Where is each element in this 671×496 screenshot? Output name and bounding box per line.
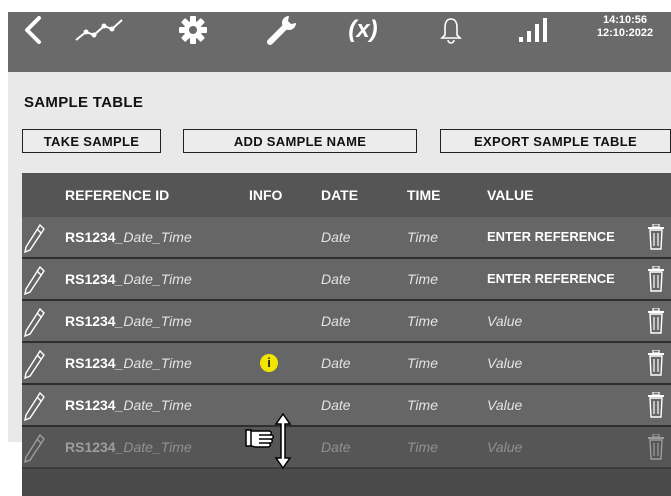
reference-id-suffix: _Date_Time [115, 355, 192, 371]
value-cell[interactable]: ENTER REFERENCE [487, 259, 615, 299]
export-sample-table-button[interactable]: EXPORT SAMPLE TABLE [440, 129, 671, 153]
variables-button[interactable]: (x) [338, 0, 388, 60]
take-sample-button[interactable]: TAKE SAMPLE [22, 129, 161, 153]
value-cell: Value [487, 397, 523, 413]
trash-icon[interactable] [647, 391, 665, 423]
table-row[interactable]: RS1234_Date_Time Date Time Value [22, 385, 671, 427]
table-row[interactable]: RS1234_Date_Time Date Time ENTER REFEREN… [22, 217, 671, 259]
reference-id-cell[interactable]: RS1234_Date_Time [65, 217, 192, 257]
time-cell: Time [407, 271, 438, 287]
value-cell: Value [487, 355, 523, 371]
reference-id: RS1234 [65, 229, 116, 245]
table-row[interactable]: RS1234_Date_Time Date Time ENTER REFEREN… [22, 259, 671, 301]
date-cell: Date [321, 439, 351, 455]
date-cell: Date [321, 271, 351, 287]
value-cell[interactable]: ENTER REFERENCE [487, 217, 615, 257]
table-row[interactable]: RS1234_Date_Time Date Time Value [22, 301, 671, 343]
gear-icon[interactable] [175, 0, 211, 60]
header-time: TIME [407, 187, 441, 203]
reference-id-cell[interactable]: RS1234_Date_Time [65, 427, 192, 467]
pencil-icon[interactable] [24, 265, 46, 300]
time-cell: Time [407, 397, 438, 413]
reference-id-suffix: _Date_Time [115, 313, 192, 329]
time-cell: Time [407, 313, 438, 329]
clock-date: 12:10:2022 [596, 27, 654, 39]
signal-icon [515, 0, 549, 60]
clock-time: 14:10:56 [602, 14, 648, 26]
bell-icon[interactable] [436, 0, 466, 60]
reference-id: RS1234 [65, 271, 116, 287]
back-chevron-icon[interactable] [20, 0, 46, 60]
header-value: VALUE [487, 187, 534, 203]
reference-id-cell[interactable]: RS1234_Date_Time [65, 343, 192, 383]
value-cell: Value [487, 439, 523, 455]
info-icon[interactable]: i [260, 354, 278, 372]
trash-icon[interactable] [647, 265, 665, 297]
header-date: DATE [321, 187, 359, 203]
header-info: INFO [249, 187, 283, 203]
time-cell: Time [407, 439, 438, 455]
trash-icon[interactable] [647, 307, 665, 339]
drag-hand-cursor-icon [245, 412, 297, 476]
trash-icon[interactable] [647, 433, 665, 465]
date-cell: Date [321, 355, 351, 371]
time-cell: Time [407, 355, 438, 371]
reference-id: RS1234 [65, 439, 116, 455]
pencil-icon[interactable] [24, 223, 46, 258]
date-cell: Date [321, 313, 351, 329]
reference-id-cell[interactable]: RS1234_Date_Time [65, 385, 192, 425]
reference-id: RS1234 [65, 355, 116, 371]
trend-chart-icon[interactable] [74, 0, 124, 60]
trash-icon[interactable] [647, 349, 665, 381]
reference-id-cell[interactable]: RS1234_Date_Time [65, 259, 192, 299]
table-row[interactable]: RS1234_Date_Time i Date Time Value [22, 343, 671, 385]
header-reference-id: REFERENCE ID [65, 187, 170, 203]
wrench-icon[interactable] [262, 0, 302, 60]
clock: 14:10:56 12:10:2022 [580, 14, 670, 40]
pencil-icon[interactable] [24, 391, 46, 426]
reference-id-suffix: _Date_Time [115, 439, 192, 455]
reference-id-suffix: _Date_Time [115, 397, 192, 413]
pencil-icon[interactable] [24, 349, 46, 384]
table-header: REFERENCE ID INFO DATE TIME VALUE [22, 173, 671, 217]
pencil-icon[interactable] [24, 307, 46, 342]
date-cell: Date [321, 397, 351, 413]
reference-id-suffix: _Date_Time [115, 271, 192, 287]
reference-id: RS1234 [65, 397, 116, 413]
value-cell: Value [487, 313, 523, 329]
sample-table: REFERENCE ID INFO DATE TIME VALUE RS1234… [22, 173, 671, 496]
reference-id: RS1234 [65, 313, 116, 329]
reference-id-cell[interactable]: RS1234_Date_Time [65, 301, 192, 341]
date-cell: Date [321, 229, 351, 245]
reference-id-suffix: _Date_Time [115, 229, 192, 245]
add-sample-name-button[interactable]: ADD SAMPLE NAME [183, 129, 417, 153]
trash-icon[interactable] [647, 223, 665, 255]
pencil-icon[interactable] [24, 433, 46, 468]
table-row[interactable]: RS1234_Date_Time Date Time Value [22, 427, 671, 469]
page-title: SAMPLE TABLE [24, 94, 144, 111]
time-cell: Time [407, 229, 438, 245]
